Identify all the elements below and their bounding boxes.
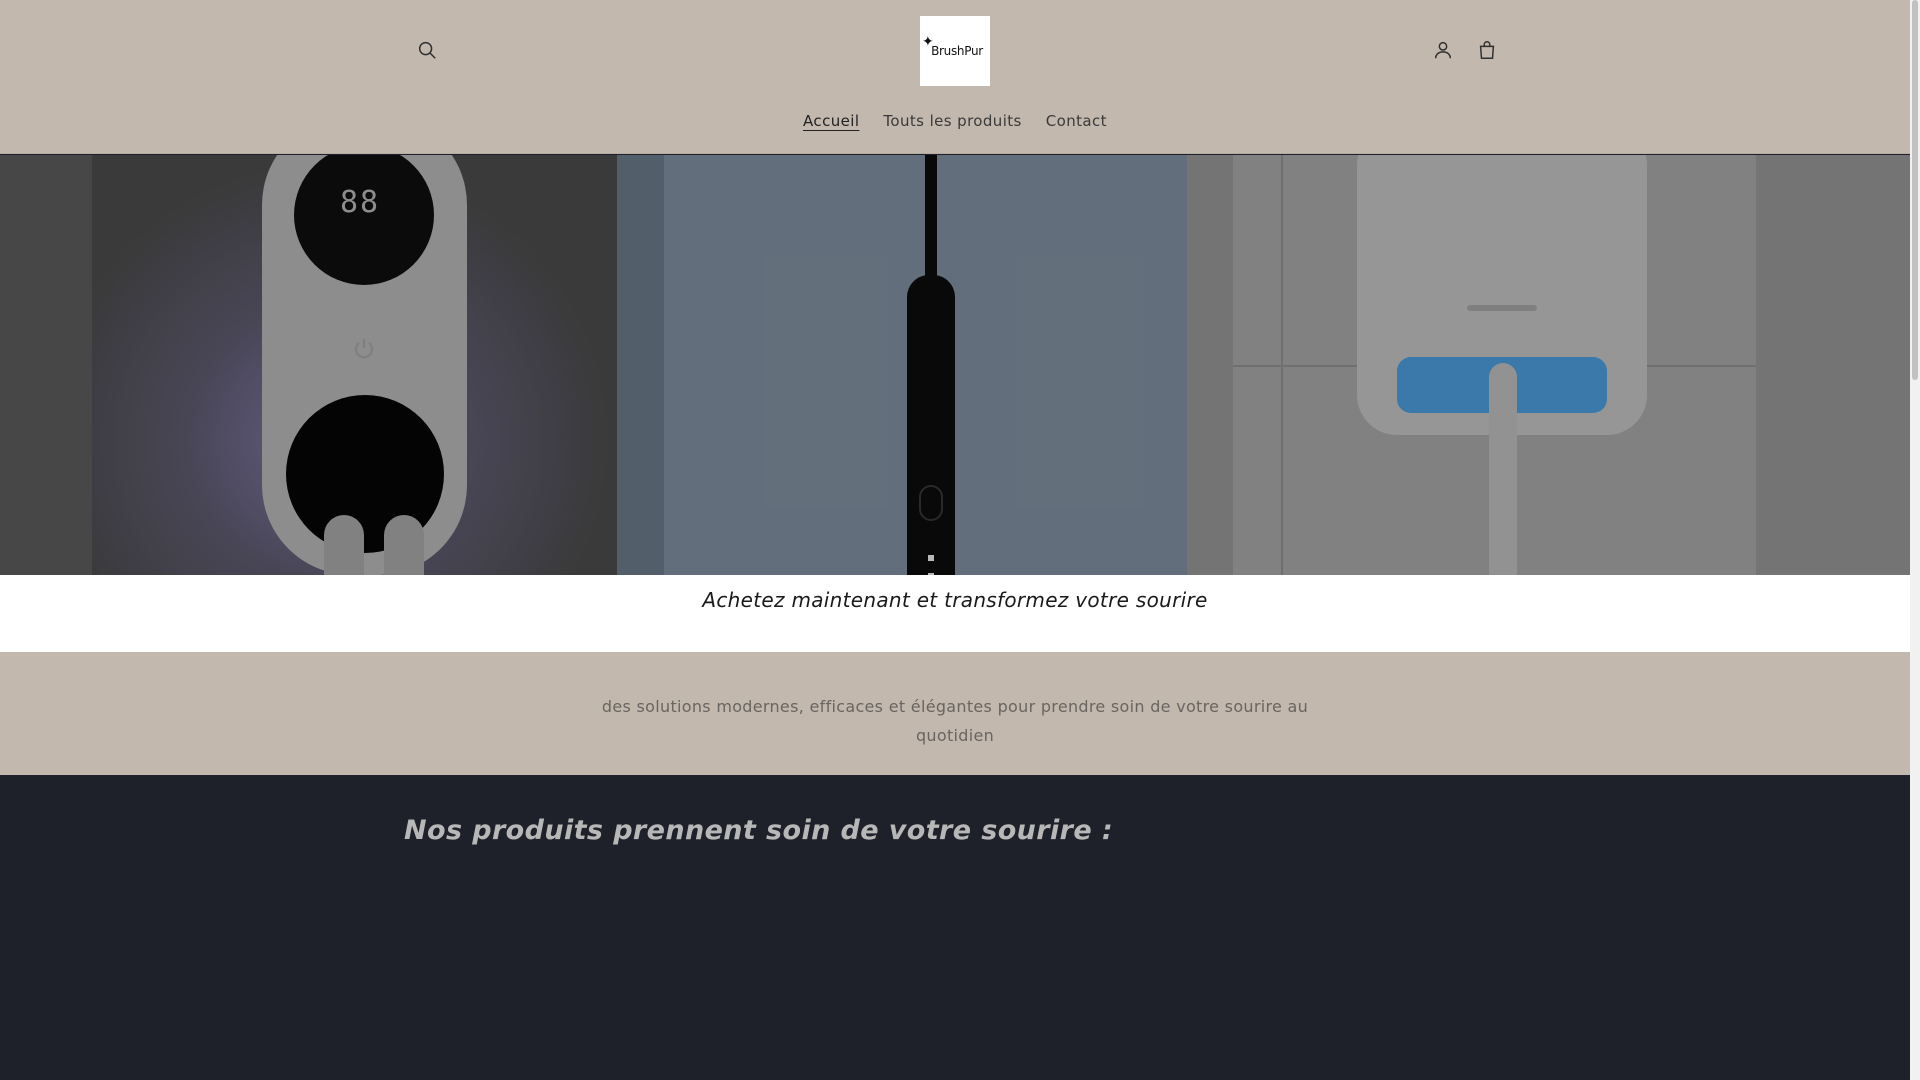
products-section: Nos produits prennent soin de votre sour… — [0, 775, 1910, 1080]
toothbrush-button — [919, 485, 943, 521]
electric-toothbrush — [907, 155, 955, 575]
hero-banner[interactable]: 88 — [0, 155, 1910, 575]
brand-logo[interactable]: ✦ BrushPur — [920, 16, 990, 86]
logo-star-icon: ✦ — [922, 34, 934, 50]
logo-text: BrushPur — [931, 44, 983, 58]
brush-head — [324, 515, 364, 575]
hero-image-wall-holder — [1187, 155, 1910, 575]
products-title: Nos produits prennent soin de votre sour… — [404, 815, 1114, 846]
scrollbar-thumb[interactable] — [1912, 0, 1918, 380]
display-digits: 88 — [340, 185, 381, 220]
toothbrush-marking — [928, 555, 934, 575]
brush-head — [384, 515, 424, 575]
hero-image-uv-sterilizer: 88 — [0, 155, 617, 575]
sterilizer-device: 88 — [262, 155, 467, 575]
power-icon — [352, 337, 376, 361]
tagline-section: Achetez maintenant et transformez votre … — [0, 575, 1910, 652]
account-icon[interactable] — [1423, 30, 1463, 70]
page: ✦ BrushPur Accueil Touts les produits Co… — [0, 0, 1910, 1080]
description-section: des solutions modernes, efficaces et élé… — [0, 652, 1910, 775]
site-header: ✦ BrushPur Accueil Touts les produits Co… — [0, 0, 1910, 154]
main-nav: Accueil Touts les produits Contact — [0, 112, 1910, 130]
nav-item-accueil[interactable]: Accueil — [791, 112, 871, 130]
nav-item-all-products[interactable]: Touts les produits — [871, 112, 1033, 130]
nav-item-contact[interactable]: Contact — [1034, 112, 1119, 130]
hero-image-electric-toothbrush — [617, 155, 1187, 575]
toothbrush-wall-holder — [1357, 155, 1647, 575]
tagline-text: Achetez maintenant et transformez votre … — [702, 588, 1208, 612]
cart-icon[interactable] — [1467, 30, 1507, 70]
page-scrollbar[interactable] — [1910, 0, 1920, 1080]
search-icon[interactable] — [407, 30, 447, 70]
toothbrush-handle — [1489, 363, 1517, 575]
description-text: des solutions modernes, efficaces et élé… — [601, 697, 1309, 745]
sterilizer-display: 88 — [294, 155, 434, 285]
